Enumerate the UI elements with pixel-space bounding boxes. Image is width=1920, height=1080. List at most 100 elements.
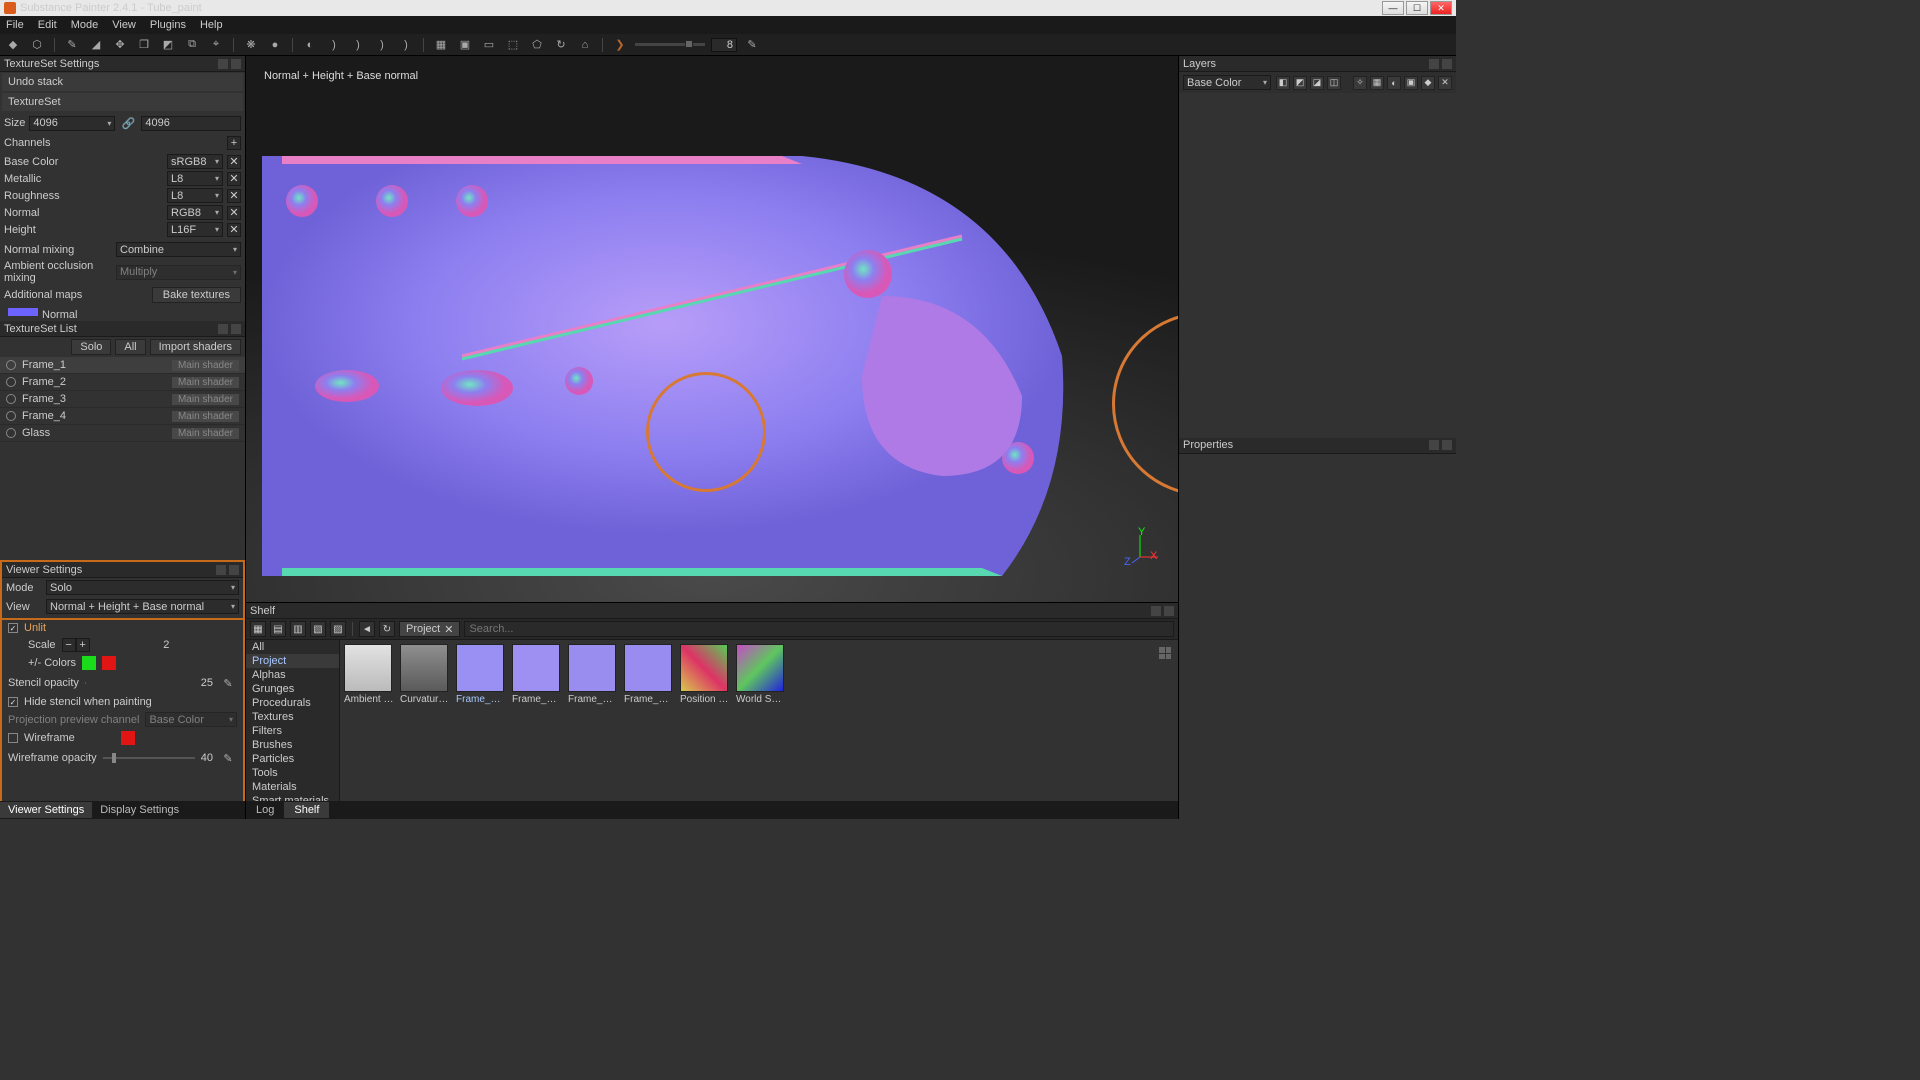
shelf-grid-icon[interactable] [1156, 644, 1174, 662]
link-icon[interactable]: 🔗 [119, 114, 137, 132]
size-select[interactable]: 4096 [29, 116, 115, 131]
mode-select[interactable]: Solo [46, 580, 239, 595]
channel-remove-icon[interactable]: ✕ [227, 206, 241, 220]
symmetry3-icon[interactable]: ) [373, 36, 391, 54]
textureset-item[interactable]: Frame_4 Main shader [0, 408, 245, 425]
layer-folder-icon[interactable]: ▣ [1404, 76, 1418, 90]
maximize-button[interactable]: ☐ [1406, 1, 1428, 15]
textureset-item[interactable]: Frame_2 Main shader [0, 374, 245, 391]
visibility-icon[interactable] [6, 428, 16, 438]
layer-ic4-icon[interactable]: ◫ [1327, 76, 1341, 90]
persp-icon[interactable]: ▦ [432, 36, 450, 54]
shelf-back-icon[interactable]: ◄ [359, 621, 375, 637]
layer-smart-icon[interactable]: ◆ [1421, 76, 1435, 90]
minimize-button[interactable]: — [1382, 1, 1404, 15]
panel-close-icon[interactable] [231, 59, 241, 69]
projection-icon[interactable]: ✥ [111, 36, 129, 54]
shelf-thumb[interactable]: Curvature Fr... [400, 644, 450, 705]
shelf-reload-icon[interactable]: ↻ [379, 621, 395, 637]
menu-plugins[interactable]: Plugins [150, 19, 186, 31]
wireframe-checkbox[interactable] [8, 733, 18, 743]
textureset-item-shader[interactable]: Main shader [172, 377, 239, 388]
shelf-thumb[interactable]: Frame_4_No... [624, 644, 674, 705]
solo-button[interactable]: Solo [71, 339, 111, 355]
symmetry2-icon[interactable]: ) [349, 36, 367, 54]
shelf-thumb[interactable]: Ambient Oc... [344, 644, 394, 705]
shelf-cat[interactable]: Project [246, 654, 339, 668]
shelf-tag[interactable]: Project✕ [399, 621, 460, 637]
textureset-item[interactable]: Frame_1 Main shader [0, 357, 245, 374]
channel-remove-icon[interactable]: ✕ [227, 155, 241, 169]
hide-stencil-checkbox[interactable] [8, 697, 18, 707]
minus-color-swatch[interactable] [102, 656, 116, 670]
shelf-cat[interactable]: Textures [246, 710, 339, 724]
shelf-thumb[interactable]: Frame_3_No... [568, 644, 618, 705]
shelf-cat[interactable]: Smart materials [246, 794, 339, 801]
polyfill-icon[interactable]: ❐ [135, 36, 153, 54]
shelf-cat[interactable]: Brushes [246, 738, 339, 752]
tab-viewer-settings[interactable]: Viewer Settings [0, 802, 92, 818]
shelf-view3-icon[interactable]: ▥ [290, 621, 306, 637]
rotate-icon[interactable]: ↻ [552, 36, 570, 54]
view3d-icon[interactable]: ⬚ [504, 36, 522, 54]
shelf-cat[interactable]: Particles [246, 752, 339, 766]
shelf-close-icon[interactable] [1164, 606, 1174, 616]
shelf-tag-close-icon[interactable]: ✕ [444, 623, 453, 636]
layer-mask-icon[interactable]: ◐ [1387, 76, 1401, 90]
shelf-cat[interactable]: Tools [246, 766, 339, 780]
clone-icon[interactable]: ⧉ [183, 36, 201, 54]
wire-op-slider[interactable] [103, 757, 195, 759]
particle-icon[interactable]: ❋ [242, 36, 260, 54]
shelf-thumb[interactable]: World Spac... [736, 644, 786, 705]
shelf-cat[interactable]: All [246, 640, 339, 654]
add-channel-icon[interactable]: + [227, 136, 241, 150]
textureset-item-shader[interactable]: Main shader [172, 428, 239, 439]
shelf-cat[interactable]: Filters [246, 724, 339, 738]
channel-remove-icon[interactable]: ✕ [227, 189, 241, 203]
shelf-cat[interactable]: Materials [246, 780, 339, 794]
scale-minus[interactable]: − [62, 638, 76, 652]
channel-format-select[interactable]: L8 [167, 188, 223, 203]
textureset-item[interactable]: Glass Main shader [0, 425, 245, 442]
layer-add-icon[interactable]: ✧ [1353, 76, 1367, 90]
camera-icon[interactable]: ⌂ [576, 36, 594, 54]
shelf-thumb[interactable]: Frame_2_No... [512, 644, 562, 705]
shelf-thumb[interactable]: Position Fra... [680, 644, 730, 705]
wire-edit-icon[interactable]: ✎ [219, 749, 237, 767]
menu-mode[interactable]: Mode [71, 19, 99, 31]
quality-slider[interactable] [635, 43, 705, 46]
visibility-icon[interactable] [6, 377, 16, 387]
ortho-icon[interactable]: ▣ [456, 36, 474, 54]
material-icon[interactable]: ● [266, 36, 284, 54]
picker-icon[interactable]: ⌖ [207, 36, 225, 54]
visibility-icon[interactable] [6, 360, 16, 370]
visibility-icon[interactable] [6, 394, 16, 404]
layers-undock-icon[interactable] [1429, 59, 1439, 69]
channel-format-select[interactable]: L8 [167, 171, 223, 186]
bake-button[interactable]: Bake textures [152, 287, 241, 303]
textureset-item[interactable]: Frame_3 Main shader [0, 391, 245, 408]
brush-icon[interactable]: ✎ [63, 36, 81, 54]
shelf-view5-icon[interactable]: ▨ [330, 621, 346, 637]
map-swatch[interactable] [8, 308, 38, 316]
quality-input[interactable] [711, 38, 737, 52]
shelf-cat[interactable]: Procedurals [246, 696, 339, 710]
lock-icon[interactable]: ✎ [743, 36, 761, 54]
visibility-icon[interactable] [6, 411, 16, 421]
layer-fill-icon[interactable]: ▦ [1370, 76, 1384, 90]
shelf-thumb[interactable]: Frame_1_No... [456, 644, 506, 705]
shelf-view4-icon[interactable]: ▧ [310, 621, 326, 637]
textureset-name[interactable]: TextureSet [2, 93, 243, 111]
tslist-close-icon[interactable] [231, 324, 241, 334]
render-mode-icon[interactable]: ◆ [4, 36, 22, 54]
shelf-search-input[interactable] [464, 621, 1174, 637]
symmetry1-icon[interactable]: ) [325, 36, 343, 54]
shelf-view2-icon[interactable]: ▤ [270, 621, 286, 637]
close-button[interactable]: ✕ [1430, 1, 1452, 15]
shelf-view1-icon[interactable]: ▦ [250, 621, 266, 637]
props-undock-icon[interactable] [1429, 440, 1439, 450]
size2-field[interactable]: 4096 [141, 116, 241, 131]
shelf-cat[interactable]: Grunges [246, 682, 339, 696]
tab-display-settings[interactable]: Display Settings [92, 802, 187, 818]
layers-channel-select[interactable]: Base Color [1183, 75, 1271, 90]
